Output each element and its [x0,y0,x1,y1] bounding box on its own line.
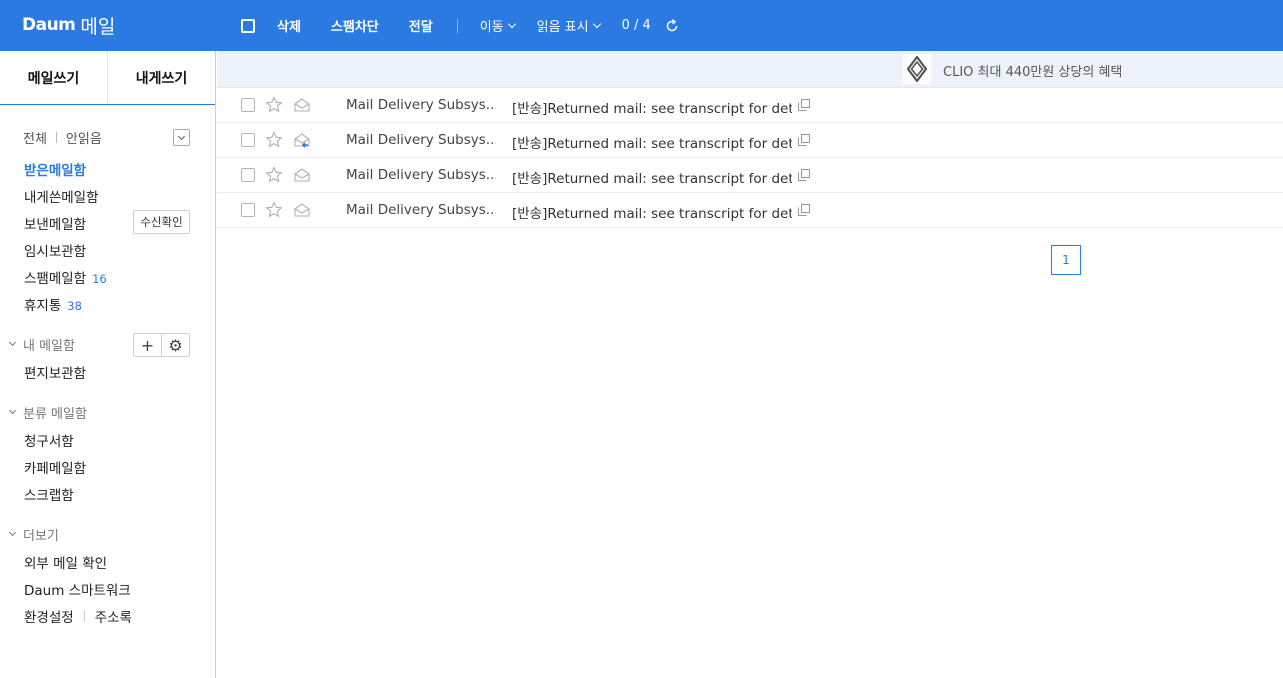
settings-links: 환경설정 주소록 [24,606,132,626]
trash-count-badge: 38 [67,299,82,313]
receipt-check-button[interactable]: 수신확인 [133,210,190,234]
refresh-icon[interactable] [665,18,679,33]
sidebar-item-drafts[interactable]: 임시보관함 [24,240,86,260]
selection-count: 0 / 4 [621,18,651,33]
mail-toolbar: 삭제 스팸차단 전달 이동 읽음 표시 0 / 4 [241,0,679,51]
more-title: 더보기 [23,529,59,544]
spam-block-button[interactable]: 스팸차단 [331,16,379,35]
move-label: 이동 [479,20,504,35]
mail-list: Mail Delivery Subsys... [반송]Returned mai… [217,88,1283,228]
mail-row[interactable]: Mail Delivery Subsys... [반송]Returned mai… [217,158,1283,193]
external-mail-link[interactable]: 외부 메일 확인 [24,552,107,572]
envelope-icon[interactable] [293,201,311,219]
category-section-toggle[interactable]: 분류 메일함 [8,403,87,422]
mail-checkbox[interactable] [241,168,255,182]
envelope-icon[interactable] [293,166,311,184]
chevron-down-icon [8,528,17,537]
chevron-down-icon [592,19,601,28]
star-icon[interactable] [265,201,283,219]
ad-text: CLIO 최대 440만원 상당의 혜택 [943,65,1123,80]
toolbar-divider [456,18,458,33]
chevron-down-icon [8,406,17,415]
open-new-window-icon[interactable] [798,204,810,216]
category-title: 분류 메일함 [23,407,87,422]
mark-read-dropdown[interactable]: 읽음 표시 [536,16,601,35]
mail-subject[interactable]: [반송]Returned mail: see transcript for de… [512,132,792,152]
mail-checkbox[interactable] [241,203,255,217]
sidebar-item-trash[interactable]: 휴지통 38 [24,294,82,314]
filter-all[interactable]: 전체 [23,128,47,147]
open-new-window-icon[interactable] [798,134,810,146]
sidebar: 메일쓰기 내게쓰기 전체 안읽음 받은메일함 내게쓴메일함 보낸메일함 수신확인… [0,51,216,678]
smartwork-link[interactable]: Daum 스마트워크 [24,579,131,599]
forward-button[interactable]: 전달 [409,16,433,35]
compose-area: 메일쓰기 내게쓰기 [0,51,215,105]
top-bar: Daum 메일 삭제 스팸차단 전달 이동 읽음 표시 0 / 4 [0,0,1283,51]
spam-count-badge: 16 [92,272,107,286]
contacts-link[interactable]: 주소록 [95,606,132,626]
star-icon[interactable] [265,166,283,184]
mail-service-label: 메일 [80,15,116,38]
filter-divider [55,131,57,143]
sidebar-item-inbox[interactable]: 받은메일함 [24,159,86,179]
mail-sender[interactable]: Mail Delivery Subsys... [346,132,496,148]
chevron-down-icon [8,338,17,347]
open-new-window-icon[interactable] [798,169,810,181]
sidebar-item-cafe[interactable]: 카페메일함 [24,457,86,477]
renault-logo-icon [903,54,931,84]
trash-label: 휴지통 [24,298,62,314]
filter-unread[interactable]: 안읽음 [66,128,102,147]
add-mailbox-icon[interactable]: + [134,334,162,356]
mail-sender[interactable]: Mail Delivery Subsys... [346,97,496,113]
more-section-toggle[interactable]: 더보기 [8,525,59,544]
mail-sender[interactable]: Mail Delivery Subsys... [346,202,496,218]
move-dropdown[interactable]: 이동 [479,16,516,35]
mail-checkbox[interactable] [241,133,255,147]
daum-logo: Daum [22,15,76,35]
mail-row[interactable]: Mail Delivery Subsys... [반송]Returned mai… [217,123,1283,158]
chevron-down-icon [177,132,186,140]
delete-button[interactable]: 삭제 [277,16,301,35]
mail-subject[interactable]: [반송]Returned mail: see transcript for de… [512,202,792,222]
ad-banner[interactable]: CLIO 최대 440만원 상당의 혜택 [217,51,1283,88]
pagination-page[interactable]: 1 [1051,245,1081,275]
settings-link[interactable]: 환경설정 [24,606,74,626]
mark-read-label: 읽음 표시 [536,20,589,35]
mail-filter: 전체 안읽음 [23,128,190,147]
sidebar-item-to-me[interactable]: 내게쓴메일함 [24,186,99,206]
my-mailbox-section-toggle[interactable]: 내 메일함 [8,335,75,354]
daum-mail-logo[interactable]: Daum 메일 [22,11,115,39]
filter-dropdown-button[interactable] [173,129,190,146]
chevron-down-icon [507,19,516,28]
my-mailbox-title: 내 메일함 [23,339,75,354]
my-mailbox-tools: + ⚙ [133,333,190,357]
mail-subject[interactable]: [반송]Returned mail: see transcript for de… [512,167,792,187]
star-icon[interactable] [265,131,283,149]
mail-subject[interactable]: [반송]Returned mail: see transcript for de… [512,97,792,117]
mail-sender[interactable]: Mail Delivery Subsys... [346,167,496,183]
select-all-checkbox[interactable] [241,18,255,33]
mail-row[interactable]: Mail Delivery Subsys... [반송]Returned mai… [217,193,1283,228]
open-new-window-icon[interactable] [798,99,810,111]
envelope-icon[interactable] [293,96,311,114]
link-divider [83,610,85,622]
write-mail-button[interactable]: 메일쓰기 [0,51,108,104]
sidebar-item-sent[interactable]: 보낸메일함 [24,213,86,233]
sidebar-item-scrap[interactable]: 스크랩함 [24,484,74,504]
spam-label: 스팸메일함 [24,271,87,287]
envelope-reply-icon[interactable] [293,131,311,149]
sidebar-item-bills[interactable]: 청구서함 [24,430,74,450]
mail-checkbox[interactable] [241,98,255,112]
sidebar-item-spam[interactable]: 스팸메일함 16 [24,267,107,287]
gear-icon[interactable]: ⚙ [162,334,189,356]
sidebar-item-letter-box[interactable]: 편지보관함 [24,362,86,382]
mail-row[interactable]: Mail Delivery Subsys... [반송]Returned mai… [217,88,1283,123]
star-icon[interactable] [265,96,283,114]
write-to-me-button[interactable]: 내게쓰기 [108,51,215,104]
